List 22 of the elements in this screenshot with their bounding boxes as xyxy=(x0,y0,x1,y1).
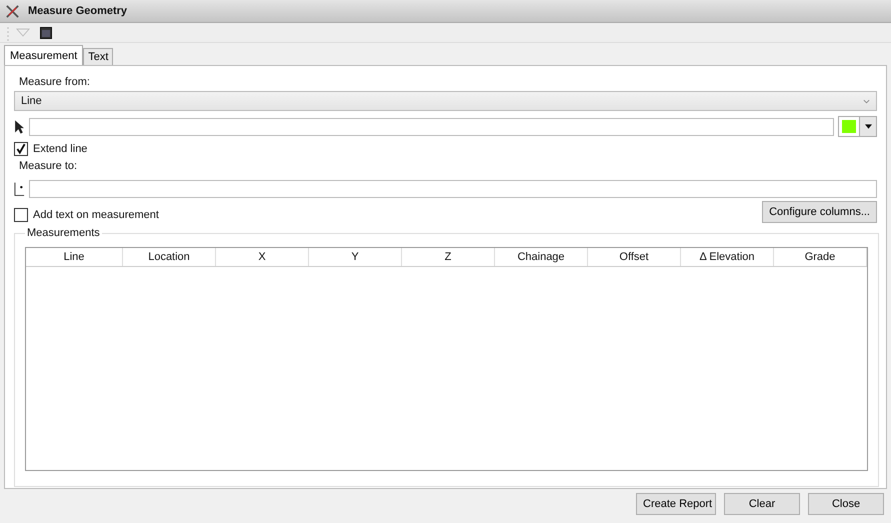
field-label: Measure from: xyxy=(19,76,91,88)
window-title: Measure Geometry xyxy=(28,5,128,17)
column-header[interactable]: Y xyxy=(309,248,402,266)
tab[interactable]: Text xyxy=(83,48,114,65)
checkbox-label: Add text on measurement xyxy=(33,208,159,220)
column-header[interactable]: X xyxy=(216,248,309,266)
tab[interactable]: Measurement xyxy=(4,45,84,65)
field-label: Measure to: xyxy=(19,160,78,172)
column-header[interactable]: Line xyxy=(26,248,123,266)
dialog-button[interactable]: Close xyxy=(808,493,884,515)
column-header[interactable]: Grade xyxy=(774,248,867,266)
column-header[interactable]: Chainage xyxy=(495,248,588,266)
dialog-button[interactable]: Create Report xyxy=(636,493,716,515)
checkbox-label: Extend line xyxy=(33,143,88,155)
dialog-button[interactable]: Clear xyxy=(724,493,800,515)
column-header[interactable]: Location xyxy=(123,248,216,266)
column-header[interactable]: Z xyxy=(402,248,495,266)
column-header[interactable]: Δ Elevation xyxy=(681,248,774,266)
dropdown[interactable]: Line xyxy=(14,91,877,111)
group-title: Measurements xyxy=(26,227,101,239)
configure-columns-button[interactable]: Configure columns... xyxy=(762,201,877,223)
column-header[interactable]: Offset xyxy=(588,248,681,266)
